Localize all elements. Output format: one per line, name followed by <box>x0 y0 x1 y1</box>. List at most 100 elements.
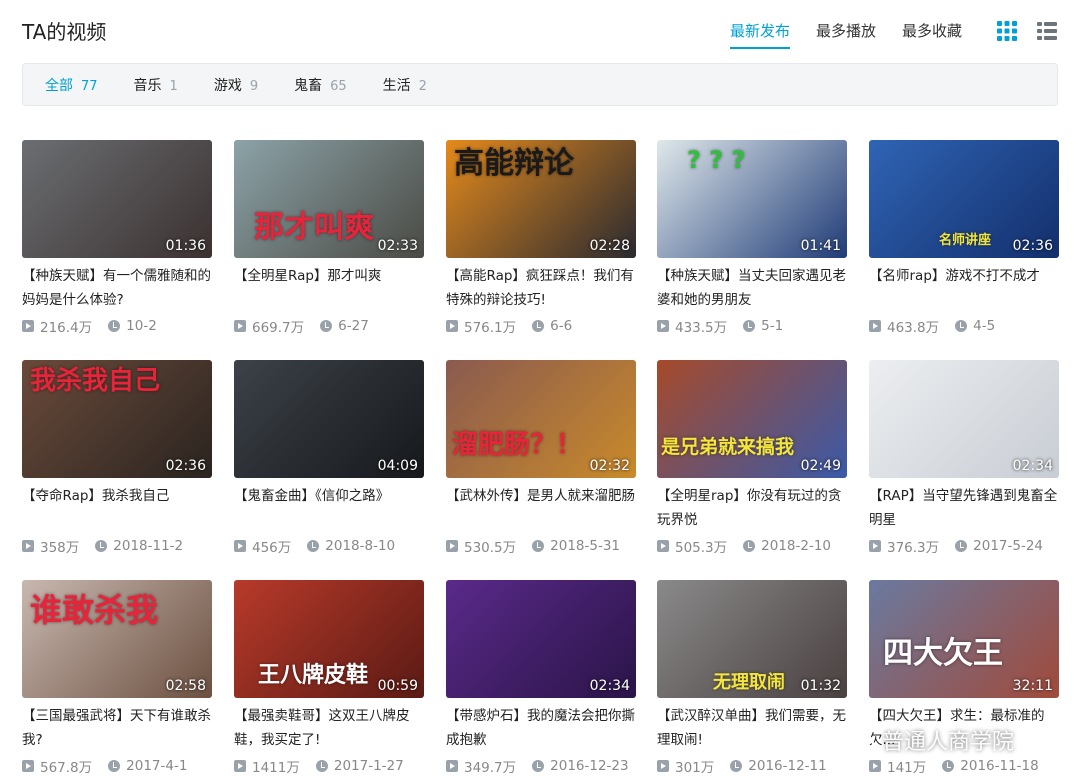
video-thumbnail[interactable]: 02:34 <box>446 580 636 698</box>
sort-tab-latest[interactable]: 最新发布 <box>729 20 790 49</box>
page-title: TA的视频 <box>22 20 107 44</box>
clock-icon <box>532 540 545 552</box>
thumbnail-caption: 是兄弟就来搞我 <box>661 436 795 458</box>
play-count-icon <box>869 320 881 332</box>
video-duration: 02:58 <box>165 678 206 694</box>
clock-icon <box>315 760 328 772</box>
play-count-icon <box>22 540 34 552</box>
filter-games[interactable]: 游戏 9 <box>214 75 258 95</box>
video-duration: 02:33 <box>377 238 418 254</box>
video-duration: 02:28 <box>589 238 630 254</box>
video-card[interactable]: 名师讲座 02:36 【名师rap】游戏不打不成才 463.8万 4-5 <box>869 140 1059 340</box>
video-card[interactable]: 王八牌皮鞋 00:59 【最强卖鞋哥】这双王八牌皮鞋，我买定了! 1411万 2017-… <box>234 580 424 780</box>
video-card[interactable]: 02:34 【带感炉石】我的魔法会把你撕成抱歉 349.7万 2016-12-23 <box>446 580 636 780</box>
play-count: 576.1万 <box>464 320 517 336</box>
filter-all[interactable]: 全部 77 <box>45 75 98 95</box>
video-card[interactable]: 谁敢杀我 02:58 【三国最强武将】天下有谁敢杀我? 567.8万 2017-4-1 <box>22 580 212 780</box>
video-card[interactable]: 无理取闹 01:32 【武汉醉汉单曲】我们需要，无理取闹! 301万 2016-12-1… <box>657 580 847 780</box>
publish-date: 2016-11-18 <box>960 758 1039 774</box>
clock-icon <box>730 760 743 772</box>
video-thumbnail[interactable]: 我杀我自己 02:36 <box>22 360 212 478</box>
filter-life[interactable]: 生活 2 <box>383 75 427 95</box>
video-meta: 349.7万 2016-12-23 <box>446 756 636 776</box>
list-view-icon[interactable] <box>1036 20 1058 42</box>
sort-tab-most-favorited[interactable]: 最多收藏 <box>902 20 962 49</box>
video-thumbnail[interactable]: 溜肥肠？！ 02:32 <box>446 360 636 478</box>
video-thumbnail[interactable]: 名师讲座 02:36 <box>869 140 1059 258</box>
publish-date: 10-2 <box>126 318 157 334</box>
video-card[interactable]: 04:09 【鬼畜金曲】《信仰之路》 456万 2018-8-10 <box>234 360 424 560</box>
publish-date: 2018-11-2 <box>113 538 184 554</box>
video-card[interactable]: 高能辩论 02:28 【高能Rap】疯狂踩点！我们有特殊的辩论技巧! 576.1万 6-… <box>446 140 636 340</box>
thumbnail-caption: ? ? ? <box>687 146 746 174</box>
video-card[interactable]: 01:36 【种族天赋】有一个儒雅随和的妈妈是什么体验? 216.4万 10-2 <box>22 140 212 340</box>
video-thumbnail[interactable]: 高能辩论 02:28 <box>446 140 636 258</box>
filter-kichiku[interactable]: 鬼畜 65 <box>294 75 347 95</box>
play-count-icon <box>446 540 458 552</box>
clock-icon <box>955 320 968 332</box>
clock-icon <box>95 540 108 552</box>
clock-icon <box>955 540 968 552</box>
play-count: 349.7万 <box>464 760 517 776</box>
play-count-icon <box>22 320 34 332</box>
video-title[interactable]: 【全明星Rap】那才叫爽 <box>234 264 424 312</box>
video-title[interactable]: 【种族天赋】当丈夫回家遇见老婆和她的男朋友 <box>657 264 847 312</box>
sort-tab-most-played[interactable]: 最多播放 <box>816 20 876 49</box>
play-count-icon <box>446 760 458 772</box>
video-title[interactable]: 【武林外传】是男人就来溜肥肠 <box>446 484 636 532</box>
video-meta: 301万 2016-12-11 <box>657 756 847 776</box>
thumbnail-caption: 王八牌皮鞋 <box>258 663 369 688</box>
watermark-text: 普通人商学院 <box>882 730 1015 755</box>
video-thumbnail[interactable]: 是兄弟就来搞我 02:49 <box>657 360 847 478</box>
publish-date: 2016-12-11 <box>748 758 827 774</box>
play-count: 1411万 <box>252 760 300 776</box>
thumbnail-caption: 溜肥肠？！ <box>452 430 583 460</box>
video-card[interactable]: 溜肥肠？！ 02:32 【武林外传】是男人就来溜肥肠 530.5万 2018-5-31 <box>446 360 636 560</box>
video-title[interactable]: 【武汉醉汉单曲】我们需要，无理取闹! <box>657 704 847 752</box>
play-count-icon <box>657 540 669 552</box>
video-title[interactable]: 【名师rap】游戏不打不成才 <box>869 264 1059 312</box>
video-card[interactable]: 我杀我自己 02:36 【夺命Rap】我杀我自己 358万 2018-11-2 <box>22 360 212 560</box>
video-duration: 01:32 <box>800 678 841 694</box>
play-count: 376.3万 <box>887 540 940 556</box>
video-thumbnail[interactable]: 那才叫爽 02:33 <box>234 140 424 258</box>
video-duration: 02:34 <box>1012 458 1053 474</box>
video-thumbnail[interactable]: 02:34 <box>869 360 1059 478</box>
video-thumbnail[interactable]: 四大欠王 32:11 <box>869 580 1059 698</box>
grid-view-icon[interactable] <box>996 20 1018 42</box>
clock-icon <box>320 320 333 332</box>
video-meta: 505.3万 2018-2-10 <box>657 536 847 556</box>
video-title[interactable]: 【鬼畜金曲】《信仰之路》 <box>234 484 424 532</box>
video-title[interactable]: 【全明星rap】你没有玩过的贪玩界悦 <box>657 484 847 532</box>
video-thumbnail[interactable]: 谁敢杀我 02:58 <box>22 580 212 698</box>
video-card[interactable]: 是兄弟就来搞我 02:49 【全明星rap】你没有玩过的贪玩界悦 505.3万 2018… <box>657 360 847 560</box>
video-card[interactable]: 02:34 【RAP】当守望先锋遇到鬼畜全明星 376.3万 2017-5-24 <box>869 360 1059 560</box>
play-count: 141万 <box>887 760 927 776</box>
play-count: 456万 <box>252 540 292 556</box>
play-count: 463.8万 <box>887 320 940 336</box>
video-title[interactable]: 【高能Rap】疯狂踩点！我们有特殊的辩论技巧! <box>446 264 636 312</box>
video-title[interactable]: 【夺命Rap】我杀我自己 <box>22 484 212 532</box>
video-card[interactable]: ? ? ? 01:41 【种族天赋】当丈夫回家遇见老婆和她的男朋友 433.5万 5-1 <box>657 140 847 340</box>
video-thumbnail[interactable]: 无理取闹 01:32 <box>657 580 847 698</box>
page-header: TA的视频 最新发布 最多播放 最多收藏 <box>22 14 1058 50</box>
thumbnail-caption: 四大欠王 <box>883 636 1003 671</box>
clock-icon <box>942 760 955 772</box>
video-title[interactable]: 【种族天赋】有一个儒雅随和的妈妈是什么体验? <box>22 264 212 312</box>
video-title[interactable]: 【三国最强武将】天下有谁敢杀我? <box>22 704 212 752</box>
video-meta: 376.3万 2017-5-24 <box>869 536 1059 556</box>
video-meta: 530.5万 2018-5-31 <box>446 536 636 556</box>
video-thumbnail[interactable]: 01:36 <box>22 140 212 258</box>
video-thumbnail[interactable]: 04:09 <box>234 360 424 478</box>
video-thumbnail[interactable]: ? ? ? 01:41 <box>657 140 847 258</box>
play-count: 505.3万 <box>675 540 728 556</box>
play-count-icon <box>234 540 246 552</box>
video-thumbnail[interactable]: 王八牌皮鞋 00:59 <box>234 580 424 698</box>
video-card[interactable]: 那才叫爽 02:33 【全明星Rap】那才叫爽 669.7万 6-27 <box>234 140 424 340</box>
video-title[interactable]: 【最强卖鞋哥】这双王八牌皮鞋，我买定了! <box>234 704 424 752</box>
video-title[interactable]: 【带感炉石】我的魔法会把你撕成抱歉 <box>446 704 636 752</box>
filter-music[interactable]: 音乐 1 <box>134 75 178 95</box>
video-title[interactable]: 【RAP】当守望先锋遇到鬼畜全明星 <box>869 484 1059 532</box>
category-filter-bar: 全部 77 音乐 1 游戏 9 鬼畜 65 生活 2 <box>22 63 1058 106</box>
video-meta: 576.1万 6-6 <box>446 316 636 336</box>
